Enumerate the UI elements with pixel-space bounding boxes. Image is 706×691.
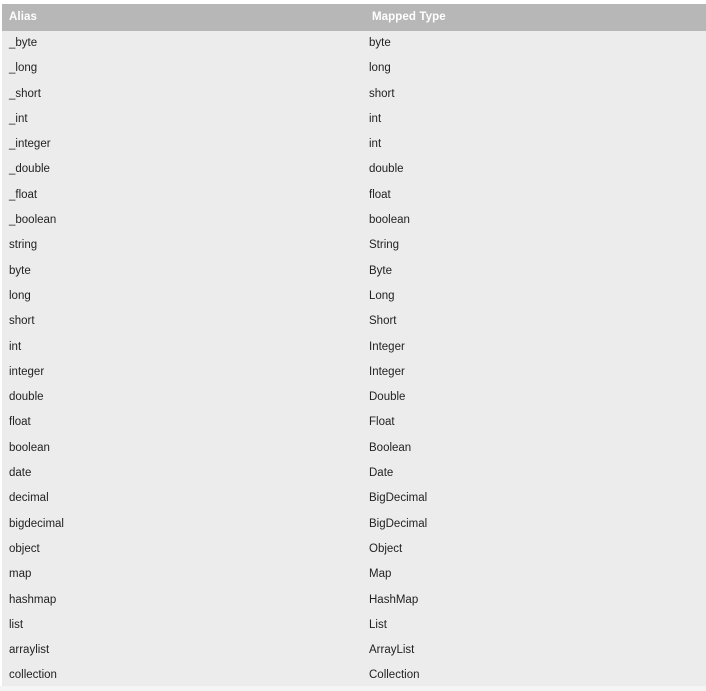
table-row: float Float — [2, 410, 706, 436]
table-row: byte Byte — [2, 258, 706, 284]
cell-alias: _float — [2, 182, 365, 209]
table-row: _integer int — [2, 132, 706, 158]
cell-mapped-type: float — [365, 182, 706, 209]
cell-mapped-type: ArrayList — [365, 638, 706, 664]
alias-mapping-table: Alias Mapped Type _byte byte _long long _sho… — [2, 4, 706, 689]
cell-mapped-type: BigDecimal — [365, 486, 706, 512]
table-row: collection Collection — [2, 663, 706, 689]
cell-mapped-type: long — [365, 56, 706, 82]
cell-mapped-type: Date — [365, 461, 706, 487]
cell-alias: hashmap — [2, 587, 365, 613]
cell-mapped-type: double — [365, 157, 706, 183]
cell-alias: collection — [2, 663, 365, 689]
cell-mapped-type: Float — [365, 410, 706, 436]
table-row: hashmap HashMap — [2, 587, 706, 613]
cell-alias: boolean — [2, 435, 365, 462]
cell-alias: arraylist — [2, 638, 365, 664]
cell-alias: _long — [2, 56, 365, 82]
table-row: arraylist ArrayList — [2, 638, 706, 664]
cell-mapped-type: Integer — [365, 359, 706, 386]
cell-mapped-type: Object — [365, 536, 706, 563]
cell-alias: bigdecimal — [2, 511, 365, 537]
cell-mapped-type: String — [365, 233, 706, 259]
cell-alias: double — [2, 385, 365, 411]
cell-mapped-type: BigDecimal — [365, 511, 706, 537]
cell-alias: _byte — [2, 31, 365, 57]
cell-alias: _boolean — [2, 208, 365, 234]
cell-alias: _short — [2, 81, 365, 107]
table-row: _int int — [2, 106, 706, 133]
table-header-row: Alias Mapped Type — [2, 4, 706, 31]
cell-mapped-type: byte — [365, 31, 706, 57]
cell-alias: string — [2, 233, 365, 259]
cell-alias: byte — [2, 258, 365, 284]
table-row: _boolean boolean — [2, 208, 706, 234]
table-row: object Object — [2, 536, 706, 563]
cell-alias: list — [2, 612, 365, 639]
column-header-alias[interactable]: Alias — [2, 4, 365, 31]
column-header-mapped-type[interactable]: Mapped Type — [365, 4, 706, 31]
table-footer-strip — [0, 686, 706, 691]
table-row: boolean Boolean — [2, 435, 706, 462]
table-row: list List — [2, 612, 706, 639]
table-row: _float float — [2, 182, 706, 209]
cell-mapped-type: List — [365, 612, 706, 639]
table-row: date Date — [2, 461, 706, 487]
cell-alias: date — [2, 461, 365, 487]
cell-mapped-type: int — [365, 106, 706, 133]
cell-mapped-type: Collection — [365, 663, 706, 689]
table-header: Alias Mapped Type — [2, 4, 706, 31]
cell-mapped-type: Short — [365, 309, 706, 335]
cell-alias: integer — [2, 359, 365, 386]
table-row: _long long — [2, 56, 706, 82]
table-row: double Double — [2, 385, 706, 411]
cell-mapped-type: HashMap — [365, 587, 706, 613]
table-row: short Short — [2, 309, 706, 335]
cell-alias: object — [2, 536, 365, 563]
type-alias-table: Alias Mapped Type _byte byte _long long _sho… — [2, 4, 706, 689]
table-row: string String — [2, 233, 706, 259]
cell-alias: _double — [2, 157, 365, 183]
table-row: _double double — [2, 157, 706, 183]
cell-mapped-type: Double — [365, 385, 706, 411]
cell-mapped-type: Map — [365, 562, 706, 588]
cell-alias: decimal — [2, 486, 365, 512]
cell-mapped-type: boolean — [365, 208, 706, 234]
cell-mapped-type: Boolean — [365, 435, 706, 462]
table-row: map Map — [2, 562, 706, 588]
table-row: bigdecimal BigDecimal — [2, 511, 706, 537]
cell-mapped-type: Long — [365, 283, 706, 310]
table-row: decimal BigDecimal — [2, 486, 706, 512]
table-row: long Long — [2, 283, 706, 310]
cell-alias: _int — [2, 106, 365, 133]
table-row: int Integer — [2, 334, 706, 360]
cell-alias: short — [2, 309, 365, 335]
table-body: _byte byte _long long _short short _int int _int… — [2, 31, 706, 689]
cell-alias: int — [2, 334, 365, 360]
table-row: integer Integer — [2, 359, 706, 386]
cell-mapped-type: Byte — [365, 258, 706, 284]
table-row: _byte byte — [2, 31, 706, 57]
cell-alias: map — [2, 562, 365, 588]
cell-alias: float — [2, 410, 365, 436]
cell-mapped-type: int — [365, 132, 706, 158]
cell-alias: long — [2, 283, 365, 310]
cell-mapped-type: short — [365, 81, 706, 107]
cell-mapped-type: Integer — [365, 334, 706, 360]
table-row: _short short — [2, 81, 706, 107]
cell-alias: _integer — [2, 132, 365, 158]
